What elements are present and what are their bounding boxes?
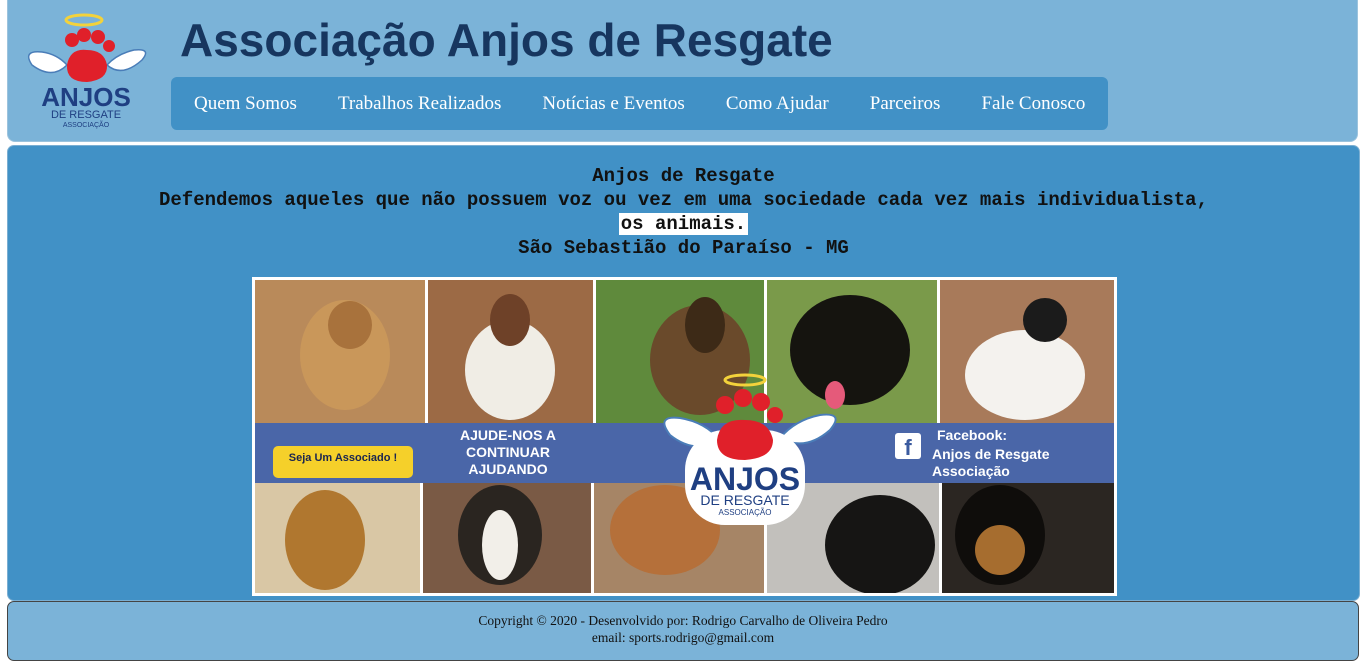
- nav-trabalhos-realizados[interactable]: Trabalhos Realizados: [338, 93, 501, 115]
- logo-text-associacao: ASSOCIAÇÃO: [63, 120, 110, 129]
- intro-heading: Anjos de Resgate: [592, 165, 775, 187]
- site-footer: Copyright © 2020 - Desenvolvido por: Rod…: [7, 601, 1359, 661]
- intro-text: Anjos de Resgate Defendemos aqueles que …: [8, 164, 1359, 260]
- footer-copyright: Copyright © 2020 - Desenvolvido por: Rod…: [478, 613, 888, 628]
- banner-logo-associacao: ASSOCIAÇÃO: [719, 508, 772, 517]
- banner-collage: Seja Um Associado ! AJUDE-NOS A CONTINUA…: [255, 280, 1114, 595]
- nav-como-ajudar[interactable]: Como Ajudar: [726, 93, 829, 115]
- banner-logo-resgate: DE RESGATE: [700, 492, 789, 508]
- associate-badge-text: Seja Um Associado !: [289, 452, 397, 464]
- footer-email: email: sports.rodrigo@gmail.com: [591, 630, 775, 645]
- facebook-label: Facebook:: [937, 427, 1007, 443]
- nav-fale-conosco[interactable]: Fale Conosco: [981, 93, 1085, 115]
- nav-quem-somos[interactable]: Quem Somos: [194, 93, 297, 115]
- logo-text-anjos: ANJOS: [41, 82, 131, 112]
- nav-noticias-eventos[interactable]: Notícias e Eventos: [542, 93, 684, 115]
- help-text-1: AJUDE-NOS A: [460, 427, 556, 443]
- svg-text:f: f: [904, 435, 912, 460]
- anjos-logo[interactable]: ANJOS DE RESGATE ASSOCIAÇÃO: [22, 10, 152, 130]
- site-title: Associação Anjos de Resgate: [180, 14, 833, 66]
- logo-text-resgate: DE RESGATE: [51, 109, 121, 121]
- facebook-name-2: Associação: [932, 463, 1010, 479]
- intro-tagline-highlight: os animais.: [618, 213, 749, 235]
- help-text-2: CONTINUAR: [466, 444, 550, 460]
- site-header: ANJOS DE RESGATE ASSOCIAÇÃO Associação A…: [7, 0, 1358, 142]
- banner-image: Seja Um Associado ! AJUDE-NOS A CONTINUA…: [252, 277, 1117, 596]
- main-content: Anjos de Resgate Defendemos aqueles que …: [7, 145, 1360, 601]
- intro-tagline: Defendemos aqueles que não possuem voz o…: [159, 189, 1208, 211]
- help-text-3: AJUDANDO: [468, 461, 547, 477]
- nav-parceiros[interactable]: Parceiros: [870, 93, 941, 115]
- facebook-name-1: Anjos de Resgate: [932, 446, 1050, 462]
- intro-location: São Sebastião do Paraíso - MG: [518, 237, 849, 259]
- main-nav: Quem Somos Trabalhos Realizados Notícias…: [171, 77, 1109, 130]
